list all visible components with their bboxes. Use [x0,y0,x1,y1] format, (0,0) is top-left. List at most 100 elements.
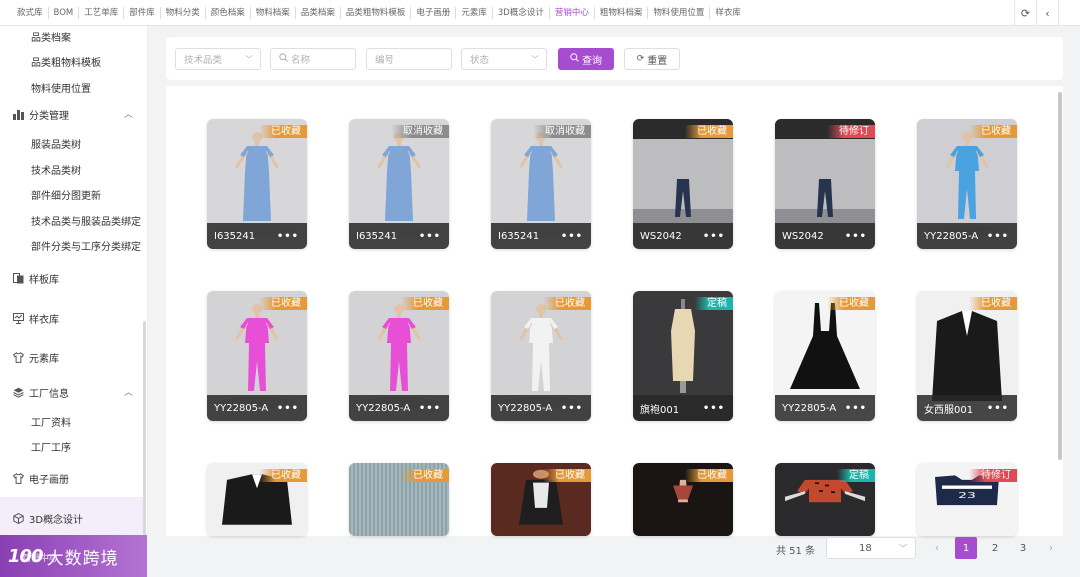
sidebar-group-factory-info[interactable]: 工厂信息 [12,385,69,400]
code-input[interactable]: 编号 [366,48,452,70]
status-badge[interactable]: 取消收藏 [391,125,449,138]
sidebar-item-marketing[interactable]: 营销中心 [22,551,58,564]
asset-card[interactable]: 已收藏 [349,463,449,536]
status-badge[interactable]: 已收藏 [543,297,591,310]
sidebar-group-element-library[interactable]: 元素库 [12,350,59,365]
tab-item[interactable]: 电子画册 [411,6,457,19]
asset-card[interactable]: 已收藏 YY22805-A ••• [207,291,307,421]
more-icon[interactable]: ••• [419,404,441,414]
sidebar-group-garment-sample[interactable]: 样衣库 [12,311,59,326]
tab-item[interactable]: 元素库 [456,6,493,19]
search-button[interactable]: 查询 [558,48,614,70]
status-badge[interactable]: 已收藏 [543,469,591,482]
tab-item[interactable]: 样衣库 [710,7,746,19]
status-badge[interactable]: 待修订 [827,125,875,138]
asset-card[interactable]: 已收藏 YY22805-A ••• [349,291,449,421]
sidebar-item-tech-garment-binding[interactable]: 技术品类与服装品类绑定 [31,213,141,228]
tab-item[interactable]: 营销中心 [550,6,595,19]
tab-item[interactable]: 工艺单库 [79,6,125,19]
asset-card[interactable]: 取消收藏 I635241 ••• [349,119,449,249]
status-badge[interactable]: 已收藏 [259,469,307,482]
asset-card[interactable]: 已收藏 [633,463,733,536]
back-icon[interactable]: ‹ [1036,0,1058,26]
status-badge[interactable]: 已收藏 [685,125,733,138]
more-icon[interactable]: ••• [561,232,583,242]
asset-card[interactable]: 取消收藏 I635241 ••• [491,119,591,249]
more-icon[interactable]: ••• [277,232,299,242]
sidebar-group-pattern-library[interactable]: 样板库 [12,271,59,286]
more-icon[interactable]: ••• [419,232,441,242]
tab-item[interactable]: 部件库 [124,6,161,19]
more-tabs-icon[interactable] [1058,0,1080,26]
next-page-button[interactable]: › [1040,537,1062,559]
tab-item[interactable]: BOM [49,6,80,19]
asset-card[interactable]: 已收藏 YY22805-A ••• [917,119,1017,249]
page-2-button[interactable]: 2 [984,537,1006,559]
tab-item[interactable]: 品类档案 [296,6,341,19]
prev-page-button[interactable]: ‹ [926,537,948,559]
reset-button[interactable]: ⟳ 重置 [624,48,680,70]
sidebar-group-e-album[interactable]: 电子画册 [12,471,69,486]
status-badge[interactable]: 取消收藏 [533,125,591,138]
tab-item[interactable]: 3D概念设计 [493,6,550,19]
chevron-up-icon[interactable]: ︿ [124,385,133,398]
more-icon[interactable]: ••• [845,232,867,242]
more-icon[interactable]: ••• [703,232,725,242]
asset-card[interactable]: 已收藏 [207,463,307,536]
tab-item[interactable]: 粗物料档案 [595,6,649,19]
tab-item[interactable]: 品类粗物料模板 [341,6,412,19]
tab-item[interactable]: 款式库 [12,6,49,19]
sidebar-group-3d-design[interactable]: 3D概念设计 [12,511,83,526]
asset-card[interactable]: 待修订 WS2042 ••• [775,119,875,249]
asset-card[interactable]: 定稿 旗袍001 ••• [633,291,733,421]
more-icon[interactable]: ••• [845,404,867,414]
page-size-select[interactable]: 18 ﹀ [826,537,916,559]
more-icon[interactable]: ••• [703,404,725,414]
chevron-up-icon[interactable]: ︿ [124,107,133,120]
more-icon[interactable]: ••• [561,404,583,414]
status-select[interactable]: 状态 ﹀ [461,48,547,70]
asset-card[interactable]: 已收藏 YY22805-A ••• [775,291,875,421]
status-badge[interactable]: 待修订 [969,469,1017,482]
more-icon[interactable]: ••• [987,232,1009,242]
status-badge[interactable]: 已收藏 [969,125,1017,138]
asset-card[interactable]: 已收藏 女西服001 ••• [917,291,1017,421]
asset-card[interactable]: 已收藏 YY22805-A ••• [491,291,591,421]
tab-item[interactable]: 颜色档案 [206,6,251,19]
sidebar-group-category-management[interactable]: 分类管理 [12,107,69,122]
refresh-icon[interactable]: ⟳ [1014,0,1036,26]
page-3-button[interactable]: 3 [1012,537,1034,559]
asset-card[interactable]: 已收藏 WS2042 ••• [633,119,733,249]
status-badge[interactable]: 已收藏 [259,125,307,138]
sidebar-item-part-process-binding[interactable]: 部件分类与工序分类绑定 [31,238,141,253]
tech-category-select[interactable]: 技术品类 ﹀ [175,48,261,70]
sidebar-scrollbar[interactable] [143,321,146,571]
status-badge[interactable]: 已收藏 [685,469,733,482]
sidebar-item-material-location[interactable]: 物料使用位置 [31,80,91,95]
sidebar-item-category-archive[interactable]: 品类档案 [31,29,71,44]
asset-card[interactable]: 23 待修订 [917,463,1017,536]
tab-item[interactable]: 物料档案 [251,6,296,19]
status-badge[interactable]: 定稿 [695,297,733,310]
content-scrollbar[interactable] [1058,92,1062,460]
status-badge[interactable]: 已收藏 [401,297,449,310]
more-icon[interactable]: ••• [987,404,1009,414]
status-badge[interactable]: 已收藏 [401,469,449,482]
tab-item[interactable]: 物料分类 [161,6,206,19]
sidebar-item-part-image-update[interactable]: 部件细分图更新 [31,187,101,202]
status-badge[interactable]: 定稿 [837,469,875,482]
page-1-button[interactable]: 1 [955,537,977,559]
sidebar-item-category-material-template[interactable]: 品类粗物料模板 [31,54,101,69]
status-badge[interactable]: 已收藏 [827,297,875,310]
name-search-input[interactable]: 名称 [270,48,356,70]
sidebar-item-garment-category-tree[interactable]: 服装品类树 [31,136,81,151]
asset-card[interactable]: 已收藏 I635241 ••• [207,119,307,249]
sidebar-item-factory-process[interactable]: 工厂工序 [31,439,71,454]
more-icon[interactable]: ••• [277,404,299,414]
asset-card[interactable]: 定稿 [775,463,875,536]
tab-item[interactable]: 物料使用位置 [648,6,711,19]
sidebar-item-factory-data[interactable]: 工厂资料 [31,414,71,429]
sidebar-item-tech-category-tree[interactable]: 技术品类树 [31,162,81,177]
status-badge[interactable]: 已收藏 [969,297,1017,310]
asset-card[interactable]: 已收藏 [491,463,591,536]
